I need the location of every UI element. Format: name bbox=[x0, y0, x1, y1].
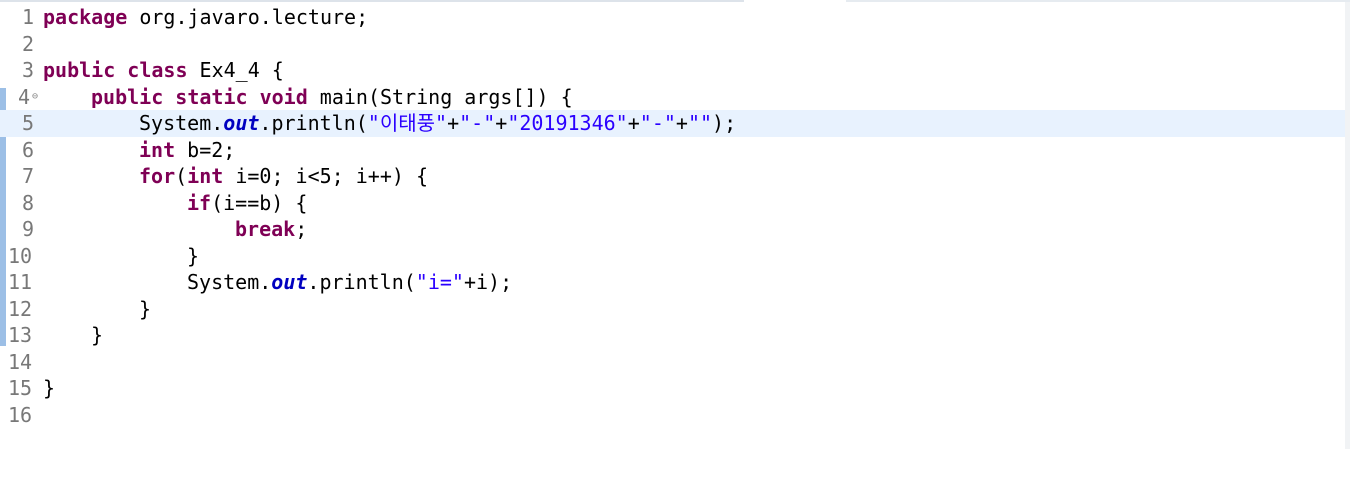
code-text: } bbox=[43, 296, 151, 323]
code-token: b=2; bbox=[175, 137, 236, 162]
line-number: 6 bbox=[21, 137, 34, 162]
code-line-10[interactable]: 10 } bbox=[0, 243, 1345, 270]
code-text: } bbox=[43, 375, 55, 402]
code-line-4[interactable]: 4 ⊖ public static void main(String args[… bbox=[0, 84, 1345, 111]
code-line-8[interactable]: 8 if(i==b) { bbox=[0, 190, 1345, 217]
keyword: public bbox=[91, 84, 164, 109]
code-text: public class Ex4_4 { bbox=[43, 57, 284, 84]
static-field: out bbox=[223, 111, 260, 135]
keyword: static bbox=[175, 84, 248, 109]
code-text: public static void main(String args[]) { bbox=[43, 84, 573, 111]
code-line-12[interactable]: 12 } bbox=[0, 296, 1345, 323]
line-number: 14 bbox=[8, 349, 33, 374]
code-token: i=0; i<5; i++) { bbox=[223, 164, 428, 188]
line-number: 13 bbox=[8, 323, 33, 347]
code-line-1[interactable]: 1 package org.javaro.lecture; bbox=[0, 4, 1345, 31]
string-literal: "i=" bbox=[415, 270, 464, 294]
code-token: } bbox=[139, 296, 152, 321]
string-literal: "20191346" bbox=[507, 111, 628, 135]
code-token: .println( bbox=[307, 270, 416, 294]
code-text: break; bbox=[43, 216, 307, 243]
line-number: 15 bbox=[8, 376, 33, 400]
code-editor[interactable]: 1 package org.javaro.lecture; 2 3 public… bbox=[0, 4, 1345, 428]
code-token: ; bbox=[295, 217, 308, 241]
keyword: if bbox=[187, 190, 212, 215]
code-line-5-current[interactable]: 5 System.out.println("이태풍"+"-"+"20191346… bbox=[0, 110, 1345, 137]
string-literal: "-" bbox=[639, 111, 676, 135]
code-line-16[interactable]: 16 bbox=[0, 402, 1345, 429]
code-token: } bbox=[187, 243, 200, 268]
keyword: for bbox=[139, 164, 176, 188]
code-token: org.javaro.lecture; bbox=[127, 5, 369, 29]
code-line-13[interactable]: 13 } bbox=[0, 322, 1345, 349]
code-line-3[interactable]: 3 public class Ex4_4 { bbox=[0, 57, 1345, 84]
code-token: ); bbox=[712, 111, 737, 135]
static-field: out bbox=[271, 270, 308, 294]
line-number: 10 bbox=[8, 243, 33, 268]
code-token: System. bbox=[139, 111, 224, 135]
line-number: 5 bbox=[21, 111, 34, 135]
keyword: int bbox=[139, 137, 176, 162]
code-text: for(int i=0; i<5; i++) { bbox=[43, 163, 428, 190]
line-number: 1 bbox=[21, 5, 34, 29]
code-token: + bbox=[495, 111, 508, 135]
line-number: 8 bbox=[21, 190, 34, 215]
code-line-11[interactable]: 11 System.out.println("i="+i); bbox=[0, 269, 1345, 296]
code-token: .println( bbox=[259, 111, 368, 135]
keyword: break bbox=[235, 217, 296, 241]
code-token: + bbox=[675, 111, 688, 135]
code-token: + bbox=[627, 111, 640, 135]
line-number: 12 bbox=[8, 296, 33, 321]
string-literal: "이태풍" bbox=[367, 111, 448, 135]
code-text: System.out.println("i="+i); bbox=[43, 269, 512, 296]
code-token: ( bbox=[175, 164, 188, 188]
vertical-scrollbar[interactable] bbox=[1345, 2, 1350, 449]
fold-collapse-icon[interactable]: ⊖ bbox=[30, 84, 40, 111]
code-line-15[interactable]: 15 } bbox=[0, 375, 1345, 402]
line-number: 16 bbox=[8, 402, 33, 427]
code-token: main(String args[]) { bbox=[307, 84, 573, 109]
string-literal: "-" bbox=[459, 111, 496, 135]
code-token: + bbox=[447, 111, 460, 135]
code-line-2[interactable]: 2 bbox=[0, 31, 1345, 58]
code-token: Ex4_4 { bbox=[187, 58, 284, 82]
code-text: if(i==b) { bbox=[43, 190, 307, 217]
keyword: void bbox=[259, 84, 308, 109]
code-text: package org.javaro.lecture; bbox=[43, 4, 368, 31]
code-token: (i==b) { bbox=[211, 190, 308, 215]
code-text: int b=2; bbox=[43, 137, 235, 164]
line-number: 3 bbox=[21, 58, 34, 82]
code-line-9[interactable]: 9 break; bbox=[0, 216, 1345, 243]
keyword: package bbox=[43, 5, 128, 29]
code-token: +i); bbox=[463, 270, 513, 294]
code-line-14[interactable]: 14 bbox=[0, 349, 1345, 376]
line-number: 11 bbox=[8, 270, 33, 294]
line-number: 7 bbox=[21, 164, 34, 188]
code-text: } bbox=[43, 322, 103, 349]
code-line-7[interactable]: 7 for(int i=0; i<5; i++) { bbox=[0, 163, 1345, 190]
line-number: 4 bbox=[17, 84, 30, 109]
line-number: 9 bbox=[21, 217, 34, 241]
keyword: public bbox=[43, 58, 116, 82]
code-token: System. bbox=[187, 270, 272, 294]
editor-tab-strip bbox=[0, 0, 1350, 2]
code-token: } bbox=[43, 376, 56, 400]
code-text: System.out.println("이태풍"+"-"+"20191346"+… bbox=[43, 110, 736, 137]
line-number: 2 bbox=[21, 31, 34, 56]
keyword: class bbox=[127, 58, 188, 82]
keyword: int bbox=[187, 164, 224, 188]
code-token: } bbox=[91, 323, 104, 347]
code-line-6[interactable]: 6 int b=2; bbox=[0, 137, 1345, 164]
code-text: } bbox=[43, 243, 199, 270]
string-literal: "" bbox=[687, 111, 713, 135]
